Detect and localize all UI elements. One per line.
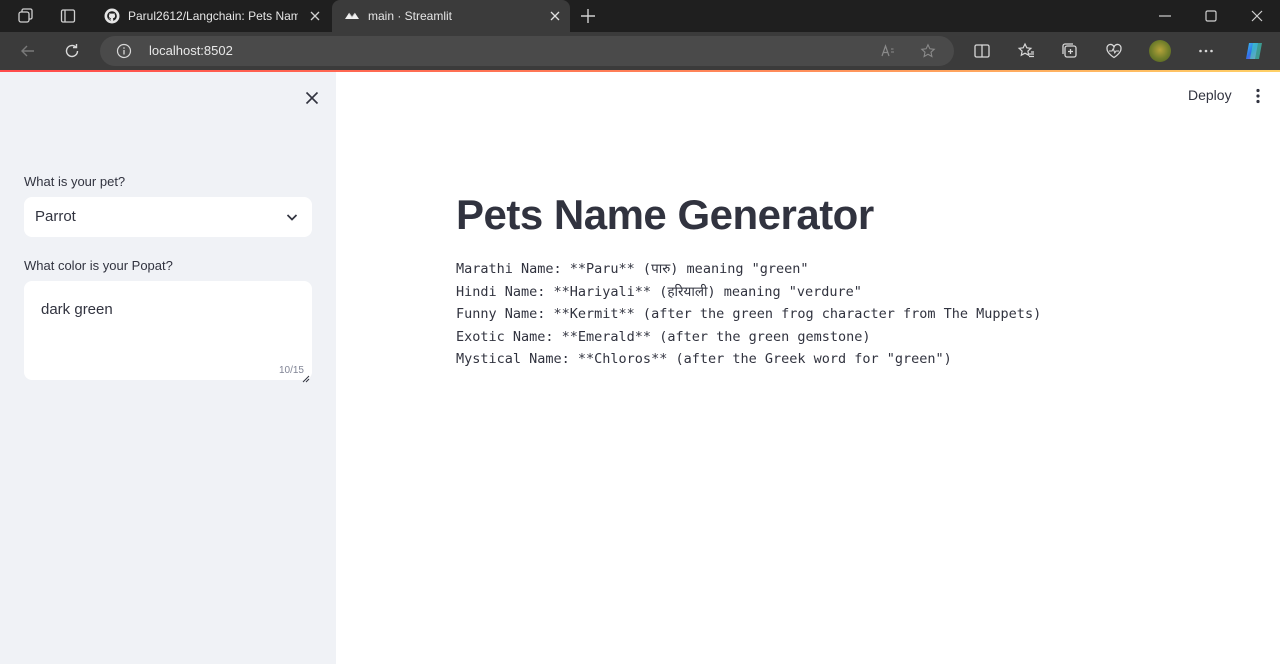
close-window-icon[interactable] bbox=[1249, 8, 1265, 24]
close-tab-icon[interactable] bbox=[548, 9, 562, 23]
name-line-hindi: Hindi Name: **Hariyali** (हरियाली) meani… bbox=[456, 283, 862, 300]
browser-toolbar: localhost:8502 bbox=[0, 32, 1280, 70]
tab-title: Parul2612/Langchain: Pets Name bbox=[128, 9, 298, 23]
browser-essentials-icon[interactable] bbox=[1104, 41, 1124, 61]
tab-streamlit[interactable]: main · Streamlit bbox=[332, 0, 570, 32]
color-textarea-value: dark green bbox=[41, 301, 113, 318]
site-info-icon[interactable] bbox=[116, 43, 132, 59]
name-line-marathi: Marathi Name: **Paru** (पारु) meaning "g… bbox=[456, 261, 809, 277]
close-sidebar-icon[interactable] bbox=[303, 89, 321, 107]
tab-github[interactable]: Parul2612/Langchain: Pets Name bbox=[92, 0, 330, 32]
profile-avatar[interactable] bbox=[1149, 40, 1171, 62]
deploy-button[interactable]: Deploy bbox=[1188, 87, 1232, 103]
close-tab-icon[interactable] bbox=[308, 9, 322, 23]
pet-selectbox[interactable]: Parrot bbox=[24, 197, 312, 237]
pet-select-label: What is your pet? bbox=[24, 174, 126, 189]
streamlit-icon bbox=[344, 8, 360, 24]
favorite-star-icon[interactable] bbox=[920, 43, 936, 59]
sidebar: What is your pet? Parrot What color is y… bbox=[0, 72, 336, 664]
name-line-exotic: Exotic Name: **Emerald** (after the gree… bbox=[456, 328, 871, 345]
refresh-icon[interactable] bbox=[62, 41, 82, 61]
github-icon bbox=[104, 8, 120, 24]
name-line-funny: Funny Name: **Kermit** (after the green … bbox=[456, 306, 1042, 322]
char-counter: 10/15 bbox=[278, 365, 304, 376]
color-textarea[interactable]: dark green 10/15 bbox=[24, 281, 312, 383]
tab-title: main · Streamlit bbox=[368, 9, 453, 23]
minimize-icon[interactable] bbox=[1157, 8, 1173, 24]
copilot-icon[interactable] bbox=[1242, 41, 1266, 61]
new-tab-icon[interactable] bbox=[578, 6, 598, 26]
page-title: Pets Name Generator bbox=[456, 191, 874, 238]
generated-names-output: Marathi Name: **Paru** (पारु) meaning "g… bbox=[456, 258, 1041, 371]
color-textarea-label: What color is your Popat? bbox=[24, 258, 173, 273]
pet-selected-value: Parrot bbox=[35, 208, 76, 225]
url-text: localhost:8502 bbox=[149, 43, 233, 58]
more-menu-icon[interactable] bbox=[1196, 41, 1216, 61]
split-screen-icon[interactable] bbox=[972, 41, 992, 61]
name-line-mystical: Mystical Name: **Chloros** (after the Gr… bbox=[456, 351, 952, 367]
read-aloud-icon[interactable] bbox=[880, 43, 896, 59]
chevron-down-icon[interactable] bbox=[284, 209, 300, 225]
resize-grip-icon[interactable] bbox=[302, 370, 310, 383]
favorites-icon[interactable] bbox=[1016, 41, 1036, 61]
workspaces-icon[interactable] bbox=[16, 6, 36, 26]
tab-actions-icon[interactable] bbox=[58, 6, 78, 26]
browser-tab-strip: Parul2612/Langchain: Pets Name main · St… bbox=[0, 0, 1280, 32]
maximize-icon[interactable] bbox=[1203, 8, 1219, 24]
main-menu-icon[interactable] bbox=[1250, 87, 1266, 105]
address-bar[interactable]: localhost:8502 bbox=[100, 36, 954, 66]
back-arrow-icon[interactable] bbox=[18, 41, 38, 61]
main-content: Deploy Pets Name Generator Marathi Name:… bbox=[336, 72, 1280, 664]
collections-icon[interactable] bbox=[1060, 41, 1080, 61]
